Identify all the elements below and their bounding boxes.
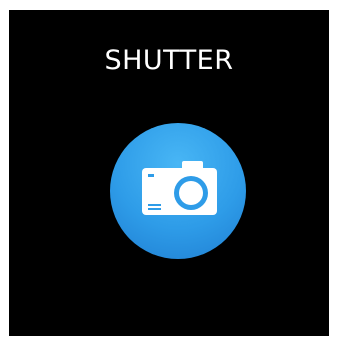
shutter-screen: SHUTTER bbox=[9, 10, 329, 336]
screen-title: SHUTTER bbox=[104, 45, 234, 76]
camera-icon bbox=[142, 161, 217, 215]
shutter-button[interactable] bbox=[110, 123, 246, 259]
